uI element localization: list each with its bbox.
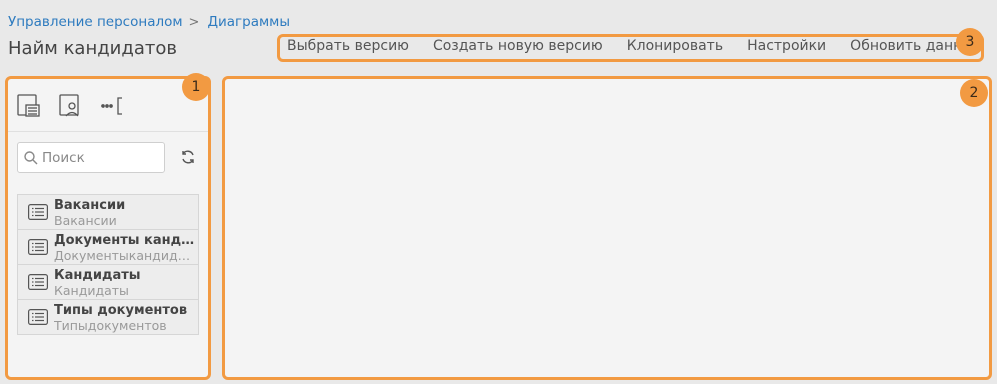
breadcrumb: Управление персоналом > Диаграммы (8, 14, 290, 30)
breadcrumb-link-diagrams[interactable]: Диаграммы (207, 14, 290, 30)
diagram-canvas[interactable] (222, 76, 992, 380)
select-version-button[interactable]: Выбрать версию (287, 38, 409, 54)
callout-badge-toolbar: 3 (956, 28, 984, 56)
sidebar-highlight (5, 76, 211, 380)
create-version-button[interactable]: Создать новую версию (433, 38, 603, 54)
callout-badge-canvas: 2 (960, 79, 988, 107)
clone-button[interactable]: Клонировать (627, 38, 723, 54)
page-title: Найм кандидатов (8, 38, 177, 59)
breadcrumb-separator: > (188, 14, 200, 30)
settings-button[interactable]: Настройки (747, 38, 826, 54)
breadcrumb-link-hr[interactable]: Управление персоналом (8, 14, 183, 30)
toolbar: Выбрать версию Создать новую версию Клон… (287, 38, 982, 54)
callout-badge-sidebar: 1 (182, 73, 210, 101)
